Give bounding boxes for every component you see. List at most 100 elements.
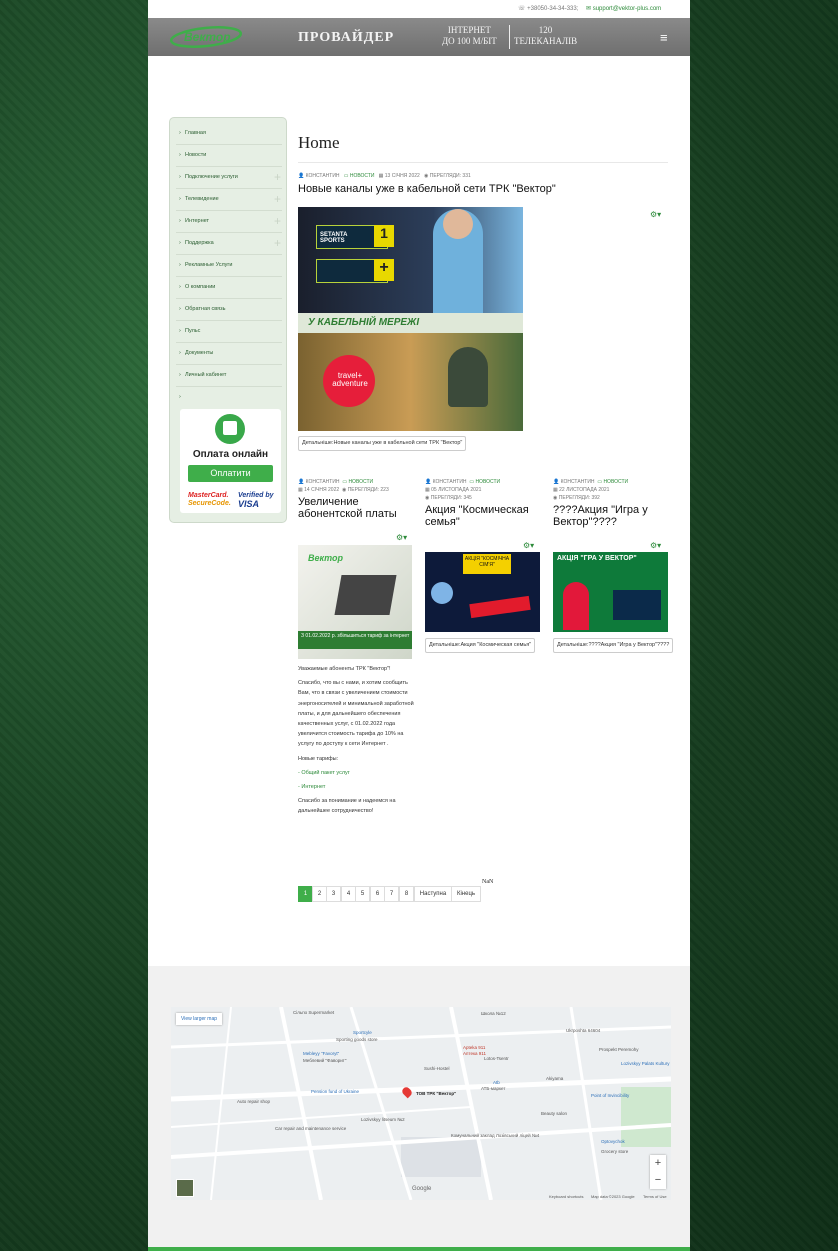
hamburger-icon[interactable]: ≡ xyxy=(660,30,668,45)
sidebar-item-about[interactable]: › О компании xyxy=(176,276,282,299)
zoom-in-button[interactable]: + xyxy=(650,1155,666,1172)
tariff-link-internet[interactable]: - Интернет xyxy=(298,782,416,792)
expand-plus-icon[interactable]: + xyxy=(274,170,281,184)
article3-image[interactable]: АКЦІЯ "ГРА У ВЕКТОР" xyxy=(553,552,668,632)
sidebar-item-documents[interactable]: › Документы xyxy=(176,342,282,365)
user-icon: 👤 xyxy=(298,479,305,485)
page-button-8[interactable]: 8 xyxy=(399,886,414,902)
phone-contact[interactable]: ☏ +38050-34-34-333; xyxy=(518,5,578,12)
expand-plus-icon[interactable]: + xyxy=(274,192,281,206)
page-button-7[interactable]: 7 xyxy=(384,886,399,902)
page-button-3[interactable]: 3 xyxy=(326,886,341,902)
author[interactable]: КОНСТАНТИН xyxy=(433,479,467,485)
page-button-4[interactable]: 4 xyxy=(341,886,356,902)
category-link[interactable]: НОВОСТИ xyxy=(603,479,628,485)
sidebar-item-label: О компании xyxy=(185,284,216,290)
mastercard-securecode-logo: MasterCard. SecureCode. xyxy=(188,492,231,507)
article2-image[interactable]: АКЦІЯ "КОСМІЧНА СІМ'Я" xyxy=(425,552,540,632)
zoom-out-button[interactable]: − xyxy=(650,1172,666,1189)
page-button-6[interactable]: 6 xyxy=(370,886,385,902)
map-label: Ukrposhta 64604 xyxy=(566,1028,601,1033)
next-page-button[interactable]: Наступна xyxy=(414,886,452,902)
chevron-right-icon: › xyxy=(179,218,181,224)
category-link[interactable]: НОВОСТИ xyxy=(350,173,375,179)
expand-plus-icon[interactable]: + xyxy=(274,236,281,250)
page-button-5[interactable]: 5 xyxy=(355,886,370,902)
google-map[interactable]: View larger map Сільпо Supermarket Ukrpo… xyxy=(171,1007,671,1200)
article1-image[interactable]: Вектор З 01.02.2022 р. збільшиться тариф… xyxy=(298,545,412,659)
article3-title[interactable]: ????Акция "Игра у Вектор"???? xyxy=(553,504,671,528)
author[interactable]: КОНСТАНТИН xyxy=(561,479,595,485)
gear-icon[interactable]: ⚙▾ xyxy=(650,541,661,550)
article2-title[interactable]: Акция "Космическая семья" xyxy=(425,504,543,528)
site-logo[interactable]: Вектор xyxy=(169,26,243,48)
article1-image-text: З 01.02.2022 р. збільшиться тариф за інт… xyxy=(301,633,410,639)
folder-icon: ▭ xyxy=(343,173,349,179)
sidebar-item-cabinet[interactable]: › Личный кабинет xyxy=(176,364,282,387)
page-title: Home xyxy=(298,133,340,152)
top-contact-bar: ☏ +38050-34-34-333; ✉ support@vektor-plu… xyxy=(148,0,690,18)
sidebar-item-tv[interactable]: › Телевидение + xyxy=(176,188,282,211)
sidebar-item-connection[interactable]: › Подключение услуги + xyxy=(176,166,282,189)
author[interactable]: КОНСТАНТИН xyxy=(306,173,340,179)
body-paragraph: Новые тарифы: xyxy=(298,755,339,762)
sidebar-item-pulse[interactable]: › Пульс xyxy=(176,320,282,343)
gear-icon[interactable]: ⚙▾ xyxy=(523,541,534,550)
verified-by-visa-logo: Verified by VISA xyxy=(238,492,274,509)
article1-title[interactable]: Увеличение абонентской платы xyxy=(298,496,416,520)
tv-line1: 120 xyxy=(538,25,553,35)
featured-meta: 👤 КОНСТАНТИН ▭ НОВОСТИ ▦ 13 СІЧНЯ 2022 ◉… xyxy=(298,173,471,179)
sidebar-item-label: Поддержка xyxy=(185,240,214,246)
page-button-2[interactable]: 2 xyxy=(312,886,327,902)
internet-line2: ДО 100 М/БІТ xyxy=(442,36,497,46)
map-label: Аптека 911 xyxy=(463,1051,486,1056)
sidebar-item-news[interactable]: › Новости xyxy=(176,144,282,167)
pay-button[interactable]: Оплатити xyxy=(188,465,273,482)
keyboard-shortcuts-link[interactable]: Keyboard shortcuts xyxy=(549,1194,583,1199)
chevron-right-icon: › xyxy=(179,196,181,202)
map-label: Point of Invincibility xyxy=(591,1093,630,1098)
squid-game-figure xyxy=(563,582,589,630)
folder-icon: ▭ xyxy=(342,479,348,485)
phone-text: +38050-34-34-333; xyxy=(527,6,579,12)
article1-body: Уважаемые абоненты ТРК "Вектор"! Спасибо… xyxy=(298,664,416,821)
email-contact[interactable]: ✉ support@vektor-plus.com xyxy=(586,5,661,12)
read-more-featured-button[interactable]: Детальніше:Новые каналы уже в кабельной … xyxy=(298,436,467,451)
calendar-icon: ▦ xyxy=(553,487,558,493)
sidebar-item-home[interactable]: › Главная xyxy=(176,122,282,145)
article2-image-text: АКЦІЯ "КОСМІЧНА СІМ'Я" xyxy=(463,554,511,574)
sidebar-item-ads[interactable]: › Рекламные Услуги xyxy=(176,254,282,277)
sidebar-item-empty[interactable]: › xyxy=(176,386,282,408)
featured-article-image[interactable]: 1 + SETANTA SPORTS У КАБЕЛЬНІЙ МЕРЕЖІ tr… xyxy=(298,207,523,431)
read-more-article2-button[interactable]: Детальніше:Акция "Космическая семья" xyxy=(425,638,536,653)
map-label: Lotos-Tsentr xyxy=(484,1056,509,1061)
read-more-article3-button[interactable]: Детальніше:????Акция "Игра у Вектор"???? xyxy=(553,638,674,653)
eye-icon: ◉ xyxy=(553,495,558,501)
map-label: Optovychok xyxy=(601,1139,625,1144)
map-satellite-toggle[interactable] xyxy=(176,1179,194,1197)
online-payment-widget: Оплата онлайн Оплатити MasterCard. Secure… xyxy=(180,409,281,513)
last-page-button[interactable]: Кінець xyxy=(451,886,481,902)
gear-icon[interactable]: ⚙▾ xyxy=(396,533,407,542)
expand-plus-icon[interactable]: + xyxy=(274,214,281,228)
map-label: Apteka 911 xyxy=(463,1045,486,1050)
page-button-1[interactable]: 1 xyxy=(298,886,313,902)
view-larger-map-link[interactable]: View larger map xyxy=(176,1013,223,1025)
site-header: Вектор ПРОВАЙДЕР ІНТЕРНЕТ ДО 100 М/БІТ 1… xyxy=(148,18,690,56)
map-label: Sportcyle xyxy=(353,1030,372,1035)
category-link[interactable]: НОВОСТИ xyxy=(348,479,373,485)
featured-article-title[interactable]: Новые каналы уже в кабельной сети ТРК "В… xyxy=(298,183,678,195)
author[interactable]: КОНСТАНТИН xyxy=(306,479,340,485)
header-provider-text: ПРОВАЙДЕР xyxy=(298,30,395,45)
sidebar-item-feedback[interactable]: › Обратная связь xyxy=(176,298,282,321)
category-link[interactable]: НОВОСТИ xyxy=(475,479,500,485)
payment-title: Оплата онлайн xyxy=(192,449,269,460)
gear-icon[interactable]: ⚙▾ xyxy=(650,210,661,219)
sidebar-item-internet[interactable]: › Интернет + xyxy=(176,210,282,233)
map-label: Lozivskyy litseum №2 xyxy=(361,1117,405,1122)
map-label: Сільпо Supermarket xyxy=(293,1010,335,1015)
sidebar-item-support[interactable]: › Поддержка + xyxy=(176,232,282,255)
terms-link[interactable]: Terms of Use xyxy=(643,1194,667,1199)
tariff-link-general[interactable]: - Общий пакет услуг xyxy=(298,768,416,778)
eye-icon: ◉ xyxy=(423,173,429,179)
